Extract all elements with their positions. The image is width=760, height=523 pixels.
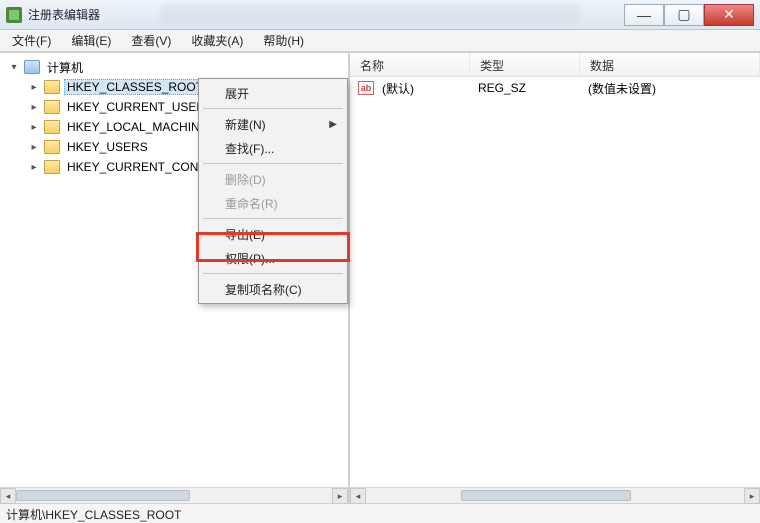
ctx-new[interactable]: 新建(N) (201, 112, 345, 136)
separator (203, 163, 343, 164)
scroll-track[interactable] (366, 490, 744, 501)
menu-view[interactable]: 查看(V) (123, 30, 179, 51)
menu-help[interactable]: 帮助(H) (255, 30, 312, 51)
folder-icon (44, 100, 60, 114)
values-pane: 名称 类型 数据 ab (默认) REG_SZ (数值未设置) ◂ ▸ (350, 53, 760, 503)
scroll-right-button[interactable]: ▸ (744, 488, 760, 504)
ctx-find[interactable]: 查找(F)... (201, 136, 345, 160)
ctx-rename: 重命名(R) (201, 191, 345, 215)
ctx-delete: 删除(D) (201, 167, 345, 191)
twisty-icon[interactable] (28, 161, 40, 173)
ctx-export[interactable]: 导出(E) (201, 222, 345, 246)
ctx-expand[interactable]: 展开 (201, 81, 345, 105)
ctx-copy-key-name[interactable]: 复制项名称(C) (201, 277, 345, 301)
menu-file[interactable]: 文件(F) (4, 30, 59, 51)
ctx-permissions[interactable]: 权限(P)... (201, 246, 345, 270)
scroll-left-button[interactable]: ◂ (350, 488, 366, 504)
tree-label: 计算机 (44, 58, 86, 77)
value-type: REG_SZ (478, 81, 588, 95)
menu-edit[interactable]: 编辑(E) (63, 30, 119, 51)
scroll-left-button[interactable]: ◂ (0, 488, 16, 504)
folder-icon (44, 140, 60, 154)
tree-label: HKEY_USERS (64, 139, 151, 155)
twisty-icon[interactable] (28, 81, 40, 93)
folder-icon (44, 160, 60, 174)
folder-icon (44, 120, 60, 134)
maximize-button[interactable]: ▢ (664, 4, 704, 26)
close-button[interactable]: ✕ (704, 4, 754, 26)
twisty-icon[interactable] (8, 61, 20, 73)
folder-icon (44, 80, 60, 94)
scroll-right-button[interactable]: ▸ (332, 488, 348, 504)
list-header: 名称 类型 数据 (350, 53, 760, 77)
decorative-blur (160, 4, 580, 24)
twisty-icon[interactable] (28, 121, 40, 133)
menu-bar: 文件(F) 编辑(E) 查看(V) 收藏夹(A) 帮助(H) (0, 30, 760, 52)
window-title: 注册表编辑器 (28, 6, 100, 23)
main-split: 计算机 HKEY_CLASSES_ROOT HKEY_CURRENT_USER … (0, 52, 760, 503)
separator (203, 218, 343, 219)
string-value-icon: ab (358, 81, 374, 95)
tree-label: HKEY_CURRENT_USER (64, 99, 208, 115)
separator (203, 273, 343, 274)
computer-icon (24, 60, 40, 74)
twisty-icon[interactable] (28, 101, 40, 113)
scroll-thumb[interactable] (16, 490, 190, 501)
title-bar: 注册表编辑器 — ▢ ✕ (0, 0, 760, 30)
tree-root-computer[interactable]: 计算机 (4, 57, 348, 77)
column-name[interactable]: 名称 (350, 53, 470, 76)
twisty-icon[interactable] (28, 141, 40, 153)
scroll-track[interactable] (16, 490, 332, 501)
status-bar: 计算机\HKEY_CLASSES_ROOT (0, 503, 760, 523)
context-menu: 展开 新建(N) 查找(F)... 删除(D) 重命名(R) 导出(E) 权限(… (198, 78, 348, 304)
regedit-icon (6, 7, 22, 23)
column-type[interactable]: 类型 (470, 53, 580, 76)
separator (203, 108, 343, 109)
scroll-thumb[interactable] (461, 490, 631, 501)
list-horizontal-scrollbar[interactable]: ◂ ▸ (350, 487, 760, 503)
menu-favorites[interactable]: 收藏夹(A) (183, 30, 251, 51)
column-data[interactable]: 数据 (580, 53, 760, 76)
value-data: (数值未设置) (588, 80, 760, 97)
value-name: (默认) (382, 80, 478, 97)
window-controls: — ▢ ✕ (624, 4, 754, 26)
status-path: 计算机\HKEY_CLASSES_ROOT (6, 508, 181, 522)
minimize-button[interactable]: — (624, 4, 664, 26)
value-row[interactable]: ab (默认) REG_SZ (数值未设置) (350, 77, 760, 99)
tree-horizontal-scrollbar[interactable]: ◂ ▸ (0, 487, 348, 503)
tree-label: HKEY_LOCAL_MACHINE (64, 119, 211, 135)
tree-label: HKEY_CLASSES_ROOT (64, 79, 206, 95)
